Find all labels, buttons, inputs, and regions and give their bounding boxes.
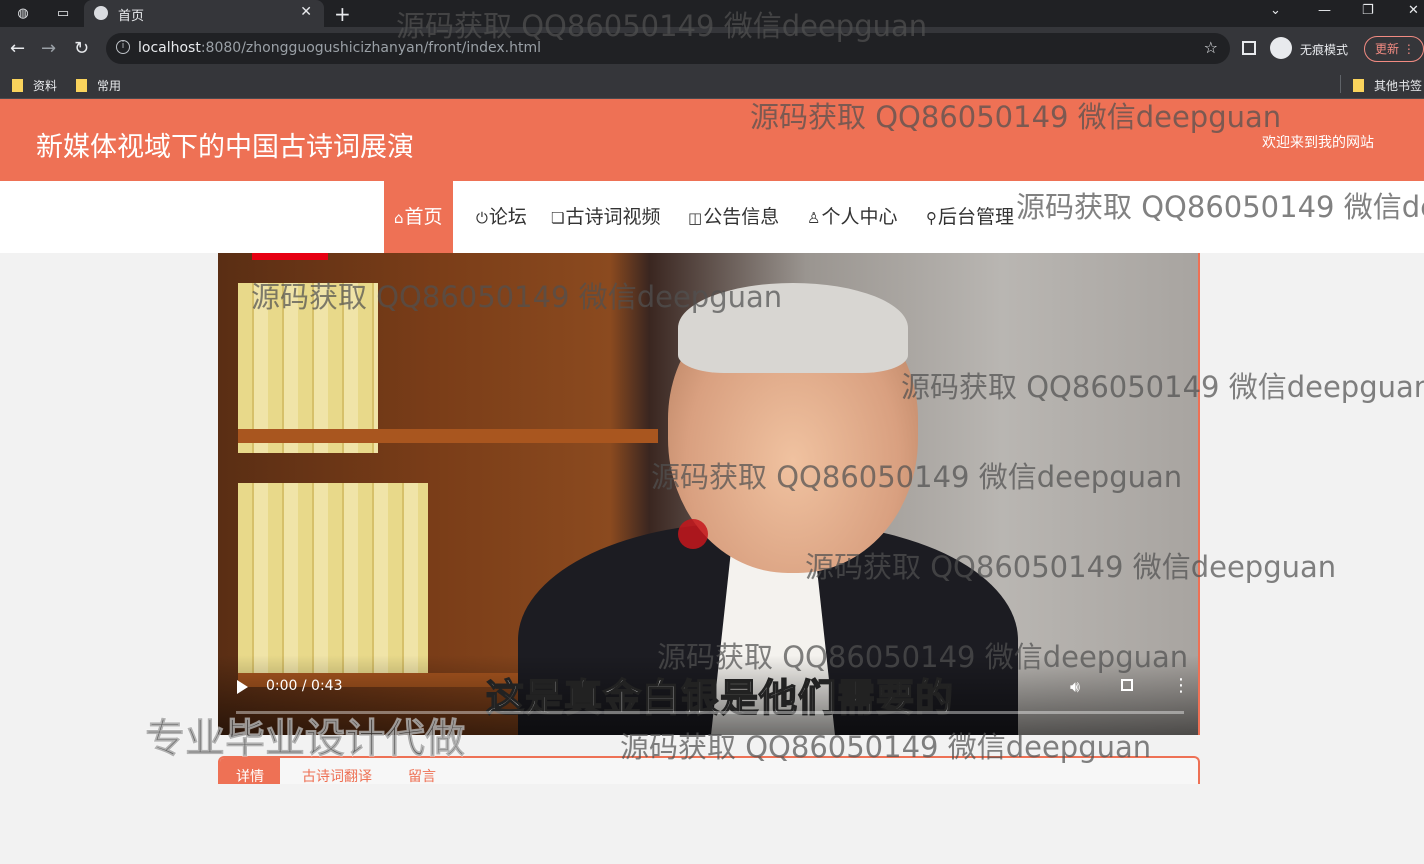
- bookmark-folder-ziliao[interactable]: 资料: [12, 77, 57, 94]
- restore-icon[interactable]: ❐: [1362, 3, 1374, 18]
- video-frame-shelf: [238, 429, 658, 443]
- bookmark-folder-other[interactable]: 其他书签: [1353, 77, 1422, 94]
- site-info-icon[interactable]: i: [116, 40, 130, 54]
- new-tab-icon[interactable]: +: [334, 2, 351, 26]
- address-bar[interactable]: i localhost:8080/zhongguogushicizhanyan/…: [106, 33, 1230, 64]
- welcome-text: 欢迎来到我的网站: [1262, 135, 1374, 151]
- site-header: 新媒体视域下的中国古诗词展演 欢迎来到我的网站: [0, 99, 1424, 181]
- favicon-icon: [94, 6, 108, 20]
- update-button[interactable]: 更新 ⋮: [1364, 36, 1424, 62]
- folder-icon: [1353, 79, 1364, 92]
- browser-toolbar: ← → ↻ i localhost:8080/zhongguogushicizh…: [0, 27, 1424, 71]
- video-frame-bookshelf: [238, 483, 428, 683]
- volume-icon[interactable]: 🔊︎: [1070, 677, 1080, 697]
- nav-item-announcements[interactable]: ◫公告信息: [688, 181, 779, 253]
- back-icon[interactable]: ←: [10, 38, 25, 59]
- incognito-icon: [1270, 37, 1292, 59]
- layers-icon: ❏: [551, 209, 565, 227]
- link-icon: ⚲: [926, 209, 937, 227]
- forward-icon[interactable]: →: [41, 38, 56, 59]
- video-time: 0:00 / 0:43: [266, 678, 343, 694]
- bookmark-folder-changyong[interactable]: 常用: [76, 77, 121, 94]
- fullscreen-icon[interactable]: [1121, 679, 1133, 691]
- tab-list-chevron-icon[interactable]: ⌄: [1270, 3, 1281, 18]
- promo-overlay-text: 专业毕业设计代做: [145, 716, 466, 763]
- nav-item-home[interactable]: ⌂首页: [384, 181, 453, 253]
- nav-item-poetry-videos[interactable]: ❏古诗词视频: [551, 181, 660, 253]
- globe-icon[interactable]: ◍: [12, 3, 34, 25]
- bookmark-star-icon[interactable]: ☆: [1204, 38, 1218, 57]
- nav-item-admin[interactable]: ⚲后台管理: [926, 181, 1014, 253]
- close-tab-icon[interactable]: ✕: [300, 4, 312, 20]
- red-accent-bar: [252, 253, 328, 260]
- more-options-icon[interactable]: ⋮: [1172, 675, 1190, 696]
- home-icon: ⌂: [394, 209, 404, 227]
- bookmarks-divider: [1340, 75, 1341, 93]
- minimize-icon[interactable]: —: [1318, 3, 1331, 18]
- site-title: 新媒体视域下的中国古诗词展演: [36, 132, 414, 163]
- video-player[interactable]: 0:00 / 0:43 这是真金白银是他们需要的 🔊︎ ⋮: [218, 253, 1200, 735]
- user-icon: ♙: [807, 209, 821, 227]
- close-window-icon[interactable]: ✕: [1408, 3, 1419, 18]
- browser-tab-strip: ◍ ▭ 首页 ✕ + ⌄ — ❐ ✕: [0, 0, 1424, 27]
- page-below-fold: [0, 784, 1424, 864]
- incognito-label: 无痕模式: [1300, 43, 1349, 57]
- video-frame-bookshelf: [238, 283, 378, 453]
- bookmarks-bar: 资料 常用 其他书签: [0, 71, 1424, 99]
- power-icon: ⏻: [476, 209, 488, 227]
- video-frame-person: [678, 283, 908, 373]
- side-panel-icon[interactable]: [1242, 41, 1256, 55]
- reload-icon[interactable]: ↻: [74, 38, 89, 59]
- tab-search-icon[interactable]: ▭: [52, 3, 74, 25]
- folder-icon: [12, 79, 23, 92]
- main-nav: ⌂首页 ⏻论坛 ❏古诗词视频 ◫公告信息 ♙个人中心 ⚲后台管理: [0, 181, 1424, 253]
- nav-item-forum[interactable]: ⏻论坛: [476, 181, 527, 253]
- browser-tab-active[interactable]: 首页 ✕: [84, 0, 324, 27]
- folder-icon: [76, 79, 87, 92]
- mouse-cursor-highlight: [678, 519, 708, 549]
- url-text[interactable]: localhost:8080/zhongguogushicizhanyan/fr…: [138, 40, 541, 56]
- book-icon: ◫: [688, 209, 703, 227]
- tab-title: 首页: [118, 9, 145, 24]
- nav-item-personal-center[interactable]: ♙个人中心: [807, 181, 897, 253]
- play-icon[interactable]: [237, 680, 248, 694]
